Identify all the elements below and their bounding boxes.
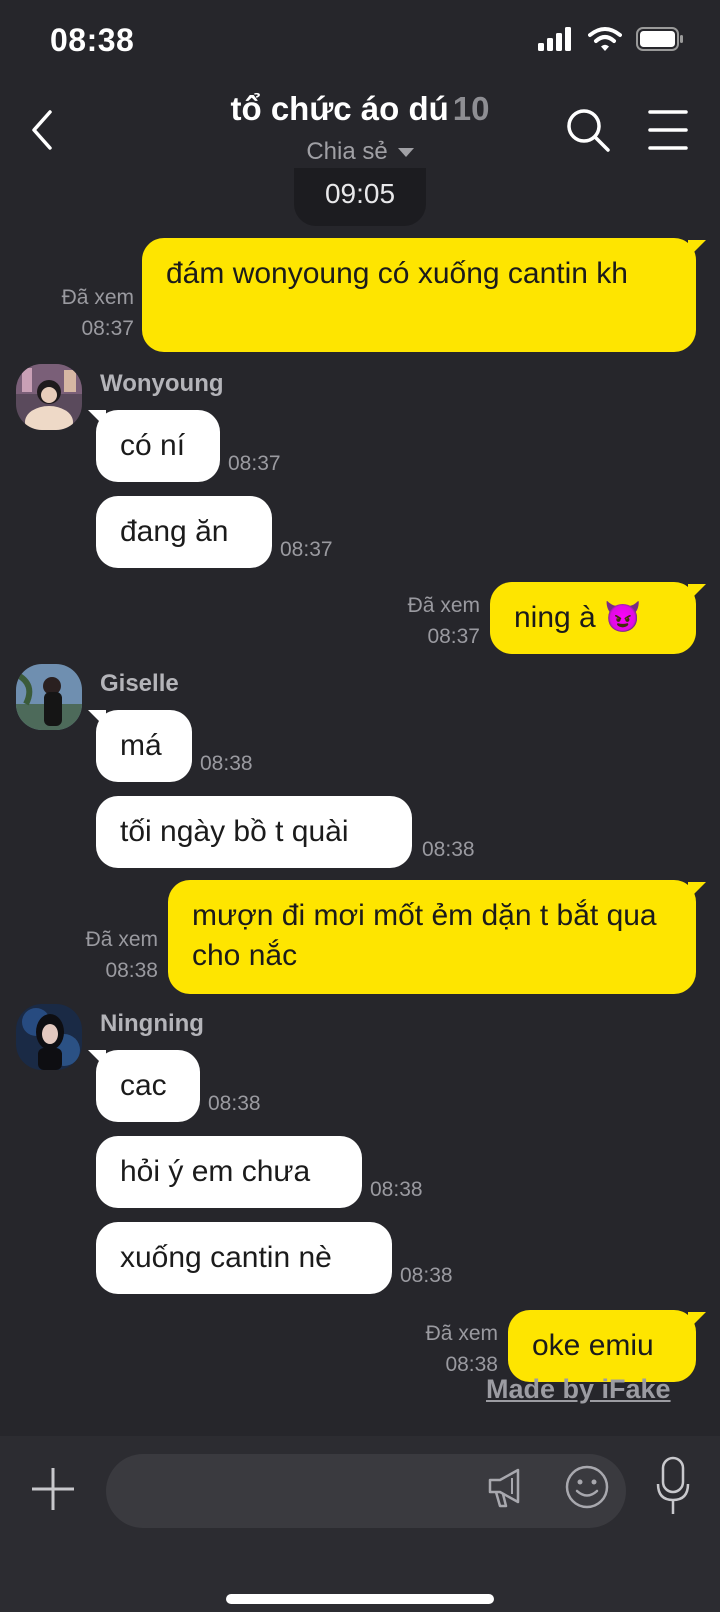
their-message-bubble[interactable]: má [96,710,192,782]
message-time: 08:38 [445,1353,498,1376]
message-time: 08:38 [422,838,475,861]
avatar-wonyoung[interactable] [16,364,82,430]
their-message-bubble[interactable]: có ní [96,410,220,482]
megaphone-icon[interactable] [486,1466,526,1510]
their-message-bubble[interactable]: đang ăn [96,496,272,568]
avatar-ningning[interactable] [16,1004,82,1070]
status-icons [538,26,684,52]
read-receipt: Đã xem 08:37 [40,282,134,344]
sender-name: Ningning [100,1010,204,1037]
date-divider: 09:05 [294,168,426,226]
status-bar: 08:38 [0,0,720,80]
my-message-bubble[interactable]: đám wonyoung có xuống cantin kh [142,238,696,352]
bubble-tail [688,584,706,602]
my-message-bubble[interactable]: ning à 😈 [490,582,696,654]
their-message-bubble[interactable]: cac [96,1050,200,1122]
cellular-signal-icon [538,27,571,51]
chat-title: tổ chức áo dú 10 [0,90,720,128]
message-time: 08:37 [427,625,480,648]
avatar-photo [16,664,82,730]
message-time: 08:38 [105,959,158,982]
read-status: Đã xem [85,928,158,951]
avatar-photo [16,1004,82,1070]
home-indicator[interactable] [226,1594,494,1604]
emoji-icon[interactable] [564,1464,610,1510]
chat-title-text: tổ chức áo dú [230,90,449,127]
microphone-icon[interactable] [656,1456,690,1516]
bubble-tail [688,882,706,900]
plus-icon[interactable] [30,1466,76,1512]
member-count: 10 [452,90,490,127]
my-message-bubble[interactable]: mượn đi mơi mốt ẻm dặn t bắt qua cho nắc [168,880,696,994]
status-time: 08:38 [50,22,135,58]
sender-name: Wonyoung [100,370,224,397]
message-time: 08:37 [280,538,333,561]
read-status: Đã xem [61,286,134,309]
avatar-giselle[interactable] [16,664,82,730]
chat-title-block[interactable]: tổ chức áo dú 10 Chia sẻ [0,90,720,166]
message-time: 08:37 [81,317,134,340]
watermark: Made by iFake [486,1374,671,1404]
message-input-bar [0,1436,720,1612]
hamburger-menu-icon[interactable] [646,106,690,154]
message-time: 08:38 [370,1178,423,1201]
their-message-bubble[interactable]: tối ngày bồ t quài [96,796,412,868]
share-dropdown[interactable]: Chia sẻ [0,138,720,166]
search-icon[interactable] [564,106,612,154]
wifi-icon [588,27,622,51]
message-time: 08:38 [208,1092,261,1115]
message-time: 08:38 [200,752,253,775]
avatar-photo [16,364,82,430]
caret-down-icon [397,148,414,158]
read-receipt: Đã xem 08:38 [64,924,158,986]
message-input[interactable] [106,1454,626,1528]
share-label: Chia sẻ [306,138,388,165]
message-time: 08:38 [400,1264,453,1287]
message-time: 08:37 [228,452,281,475]
my-message-bubble[interactable]: oke emiu [508,1310,696,1382]
sender-name: Giselle [100,670,179,697]
read-receipt: Đã xem 08:37 [388,590,480,652]
read-status: Đã xem [407,594,480,617]
read-receipt: Đã xem 08:38 [404,1318,498,1380]
their-message-bubble[interactable]: xuống cantin nè [96,1222,392,1294]
battery-icon [636,27,683,51]
read-status: Đã xem [425,1322,498,1345]
their-message-bubble[interactable]: hỏi ý em chưa [96,1136,362,1208]
